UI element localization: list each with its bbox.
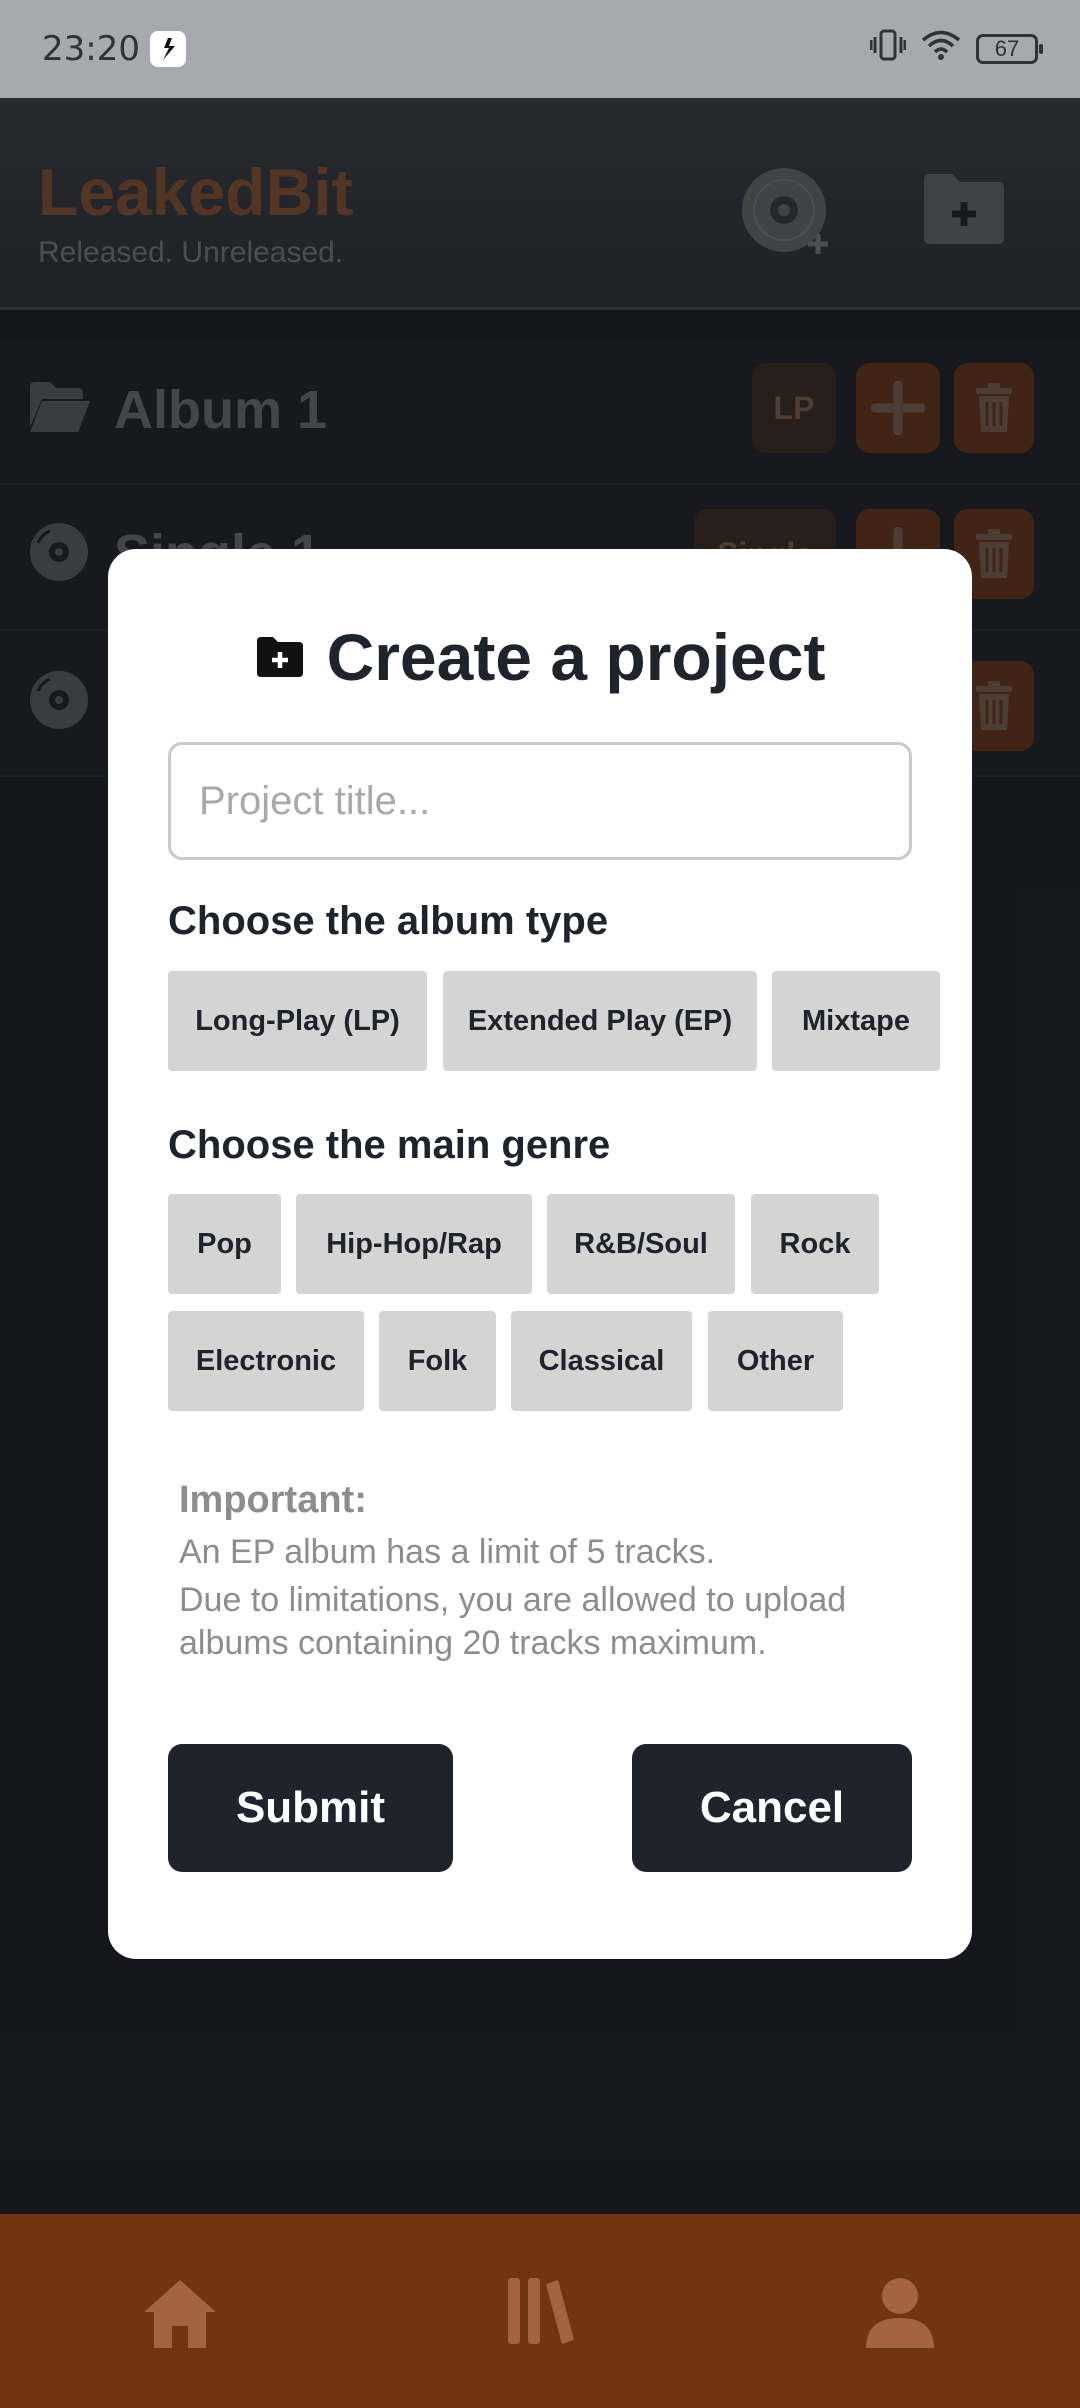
important-heading: Important:: [179, 1479, 367, 1521]
important-note: Due to limitations, you are allowed to u…: [179, 1581, 847, 1662]
home-icon: [144, 2280, 216, 2348]
status-time: 23:20: [42, 29, 140, 69]
genre-option[interactable]: Hip-Hop/Rap: [296, 1194, 532, 1294]
genre-option[interactable]: Electronic: [168, 1311, 364, 1411]
genre-option[interactable]: Pop: [168, 1194, 281, 1294]
genre-option[interactable]: Classical: [511, 1311, 692, 1411]
project-title-input[interactable]: [168, 742, 912, 860]
genre-option[interactable]: Folk: [379, 1311, 496, 1411]
album-type-option[interactable]: Mixtape: [772, 971, 940, 1071]
create-project-dialog: Create a project Choose the album type L…: [108, 549, 972, 1959]
cancel-button[interactable]: Cancel: [632, 1744, 912, 1872]
battery-icon: 67: [976, 34, 1043, 64]
album-type-option[interactable]: Extended Play (EP): [443, 971, 757, 1071]
dialog-title: Create a project: [108, 619, 972, 695]
nav-library[interactable]: [506, 2276, 576, 2351]
notification-icon: [149, 31, 186, 67]
wifi-icon: [920, 29, 962, 70]
dialog-title-text: Create a project: [326, 620, 826, 694]
album-type-label: Choose the album type: [168, 899, 609, 943]
genre-option[interactable]: Other: [708, 1311, 843, 1411]
album-type-option[interactable]: Long-Play (LP): [168, 971, 427, 1071]
important-note: An EP album has a limit of 5 tracks.: [179, 1533, 716, 1571]
genre-label: Choose the main genre: [168, 1123, 611, 1167]
nav-profile[interactable]: [864, 2276, 936, 2355]
battery-level: 67: [994, 36, 1020, 61]
library-icon: [508, 2278, 574, 2344]
genre-option[interactable]: Rock: [751, 1194, 879, 1294]
folder-plus-icon: [256, 637, 303, 677]
submit-button[interactable]: Submit: [168, 1744, 453, 1872]
bottom-navigation: [0, 2214, 1080, 2408]
genre-option[interactable]: R&B/Soul: [547, 1194, 735, 1294]
nav-home[interactable]: [140, 2276, 220, 2355]
profile-icon: [866, 2278, 934, 2348]
status-bar: 23:20 67: [0, 0, 1080, 98]
vibrate-icon: [869, 28, 907, 71]
